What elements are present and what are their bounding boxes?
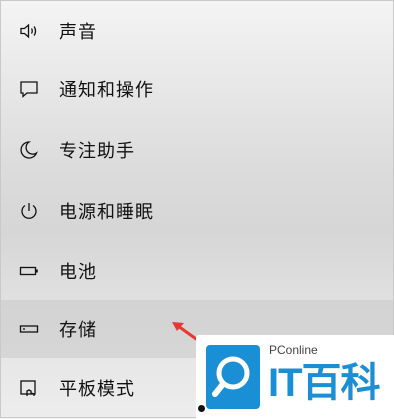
storage-drive-icon: [18, 318, 40, 340]
nav-item-label: 声音: [59, 22, 97, 43]
battery-icon: [18, 260, 40, 282]
nav-item-sound[interactable]: 声音: [1, 2, 394, 60]
speaker-icon: [18, 20, 40, 42]
message-icon: [18, 78, 40, 100]
nav-item-label: 平板模式: [59, 379, 135, 400]
tablet-mode-icon: [18, 377, 40, 399]
nav-item-label: 电源和睡眠: [59, 202, 154, 223]
moon-icon: [18, 139, 40, 161]
watermark-brand: IT百科: [268, 361, 381, 405]
nav-item-label: 存储: [59, 320, 97, 341]
nav-item-notifications[interactable]: 通知和操作: [1, 60, 394, 118]
nav-item-label: 通知和操作: [59, 80, 154, 101]
nav-item-label: 电池: [59, 262, 97, 283]
power-icon: [18, 200, 40, 222]
pconline-watermark: PConline IT百科: [196, 335, 394, 419]
watermark-site-name: PConline: [269, 343, 318, 357]
nav-item-focus-assist[interactable]: 专注助手: [1, 121, 394, 179]
decorative-dot: [198, 405, 205, 412]
nav-item-battery[interactable]: 电池: [1, 242, 394, 300]
magnifier-logo-icon: [206, 345, 260, 409]
nav-item-label: 专注助手: [59, 141, 135, 162]
nav-item-power-sleep[interactable]: 电源和睡眠: [1, 182, 394, 240]
